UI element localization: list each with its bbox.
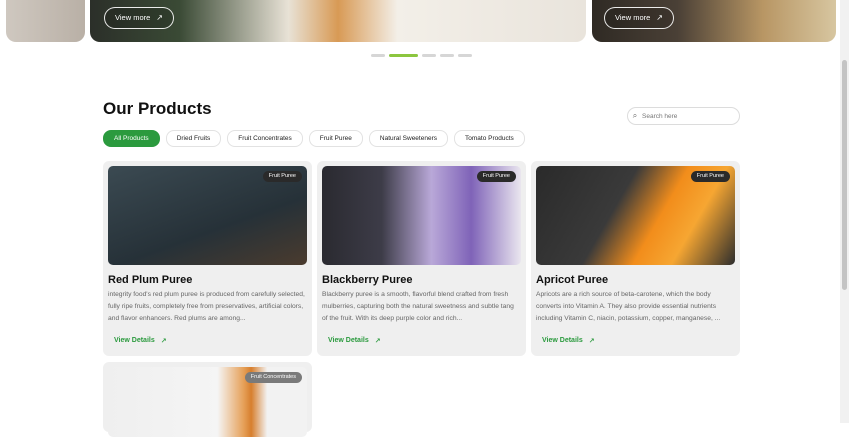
view-details-link[interactable]: View Details ↗ xyxy=(114,337,167,345)
view-details-link[interactable]: View Details ↗ xyxy=(328,337,381,345)
product-card[interactable]: Fruit Puree Blackberry Puree Blackberry … xyxy=(317,161,526,356)
view-more-label: View more xyxy=(615,13,651,22)
carousel-dot-active[interactable] xyxy=(389,54,418,57)
hero-carousel: View more ↗ View more ↗ xyxy=(0,0,840,45)
view-more-label: View more xyxy=(115,13,151,22)
search-box[interactable]: ⌕ Search here xyxy=(627,107,740,125)
filter-chip-fruit-puree[interactable]: Fruit Puree xyxy=(308,130,363,147)
carousel-dot[interactable] xyxy=(371,54,385,57)
product-name[interactable]: Blackberry Puree xyxy=(322,274,413,286)
view-details-label: View Details xyxy=(114,337,155,344)
filter-chip-all-products[interactable]: All Products xyxy=(103,130,160,147)
product-card[interactable]: Fruit Puree Red Plum Puree integrity foo… xyxy=(103,161,312,356)
product-description: Apricots are a rich source of beta-carot… xyxy=(536,291,721,322)
product-image: Fruit Puree xyxy=(322,166,521,265)
search-icon: ⌕ xyxy=(632,111,638,120)
page-scrollbar[interactable] xyxy=(840,0,849,423)
product-card[interactable]: Fruit Concentrates xyxy=(103,362,312,437)
arrow-up-right-icon: ↗ xyxy=(156,13,163,22)
carousel-dot[interactable] xyxy=(440,54,454,57)
carousel-slide[interactable] xyxy=(6,0,85,42)
carousel-pagination xyxy=(371,54,472,57)
product-name[interactable]: Apricot Puree xyxy=(536,274,608,286)
category-badge: Fruit Puree xyxy=(476,171,516,182)
view-more-button[interactable]: View more ↗ xyxy=(604,7,674,29)
product-image: Fruit Puree xyxy=(536,166,735,265)
product-name[interactable]: Red Plum Puree xyxy=(108,274,192,286)
product-description: Blackberry puree is a smooth, flavorful … xyxy=(322,291,514,322)
filter-chip-fruit-concentrates[interactable]: Fruit Concentrates xyxy=(227,130,303,147)
carousel-dot[interactable] xyxy=(458,54,472,57)
scrollbar-thumb[interactable] xyxy=(842,60,847,290)
arrow-up-right-icon: ↗ xyxy=(588,338,595,345)
category-badge: Fruit Puree xyxy=(262,171,302,182)
carousel-dot[interactable] xyxy=(422,54,436,57)
filter-chip-tomato-products[interactable]: Tomato Products xyxy=(454,130,525,147)
filter-bar: All Products Dried Fruits Fruit Concentr… xyxy=(103,130,525,147)
view-more-button[interactable]: View more ↗ xyxy=(104,7,174,29)
section-title: Our Products xyxy=(103,99,212,118)
product-image: Fruit Concentrates xyxy=(108,367,307,437)
category-badge: Fruit Concentrates xyxy=(244,372,302,383)
product-description: integrity food's red plum puree is produ… xyxy=(108,291,305,322)
filter-chip-dried-fruits[interactable]: Dried Fruits xyxy=(165,130,222,147)
product-card[interactable]: Fruit Puree Apricot Puree Apricots are a… xyxy=(531,161,740,356)
view-details-link[interactable]: View Details ↗ xyxy=(542,337,595,345)
view-details-label: View Details xyxy=(542,337,583,344)
carousel-slide[interactable]: View more ↗ xyxy=(592,0,836,42)
search-input[interactable]: Search here xyxy=(642,113,677,120)
filter-chip-natural-sweeteners[interactable]: Natural Sweeteners xyxy=(368,130,448,147)
product-image: Fruit Puree xyxy=(108,166,307,265)
category-badge: Fruit Puree xyxy=(690,171,730,182)
view-details-label: View Details xyxy=(328,337,369,344)
carousel-slide[interactable]: View more ↗ xyxy=(90,0,586,42)
arrow-up-right-icon: ↗ xyxy=(374,338,381,345)
arrow-up-right-icon: ↗ xyxy=(656,13,663,22)
arrow-up-right-icon: ↗ xyxy=(160,338,167,345)
